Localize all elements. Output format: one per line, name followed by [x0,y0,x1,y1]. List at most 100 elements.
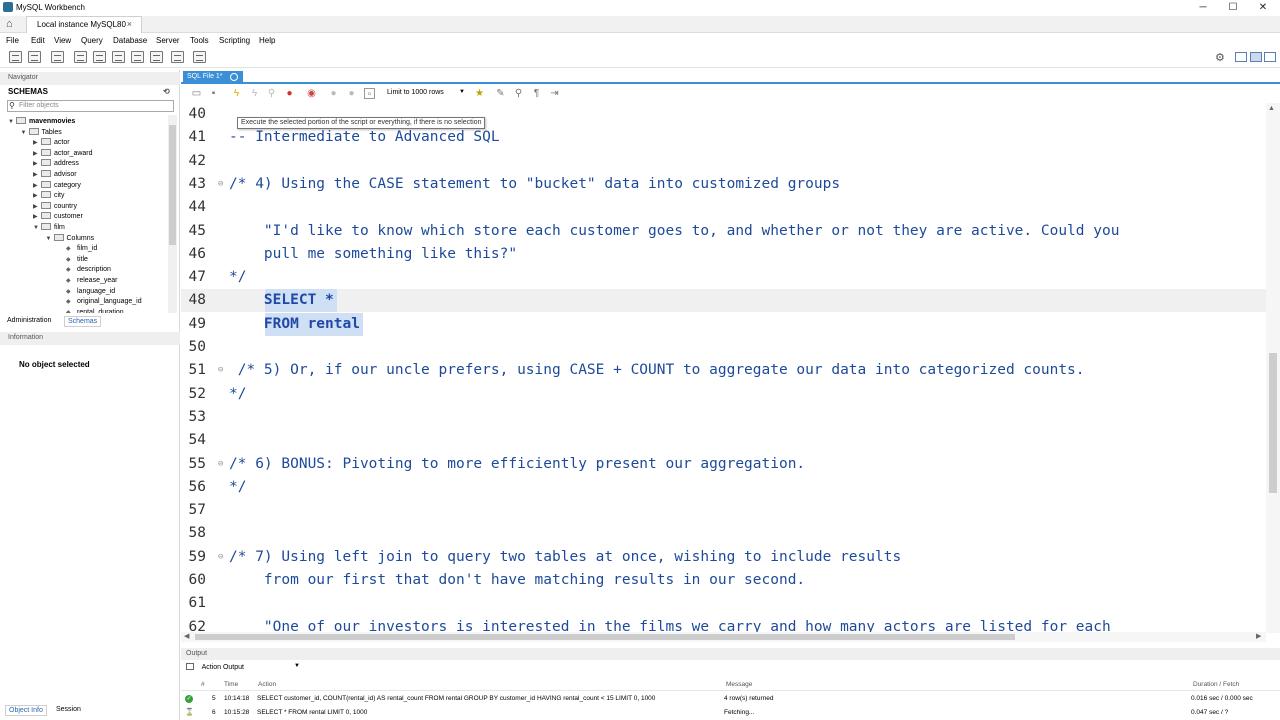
editor-horizontal-scrollbar[interactable]: ◀ ▶ [181,632,1266,642]
code-line[interactable]: 52 */ [181,383,1266,406]
scroll-left-icon[interactable]: ◀ [184,632,189,640]
filter-objects-input[interactable]: ⚲ Filter objects [7,100,174,112]
invisible-chars-icon[interactable]: ¶ [531,88,542,99]
menu-view[interactable]: View [54,36,71,45]
tree-item[interactable]: ◆ title [58,255,88,265]
tree-item[interactable]: ◆ film_id [58,244,97,254]
autocommit-icon[interactable]: ▫ [364,88,375,100]
fold-icon[interactable]: ⊖ [218,453,223,476]
search-icon[interactable]: ⚲ [513,88,524,99]
code-line[interactable]: 49 FROM rental [181,312,1266,336]
fold-icon[interactable]: ⊖ [218,359,223,382]
close-tab-icon[interactable] [230,73,238,81]
code-line[interactable]: 53 [181,406,1266,429]
code-line[interactable]: 57 [181,499,1266,522]
scrollbar-thumb[interactable] [169,125,176,245]
tree-item[interactable]: ▼ Columns [46,233,94,244]
table-row[interactable]: ⌛ 6 10:15:28 SELECT * FROM rental LIMIT 0, … [181,706,1280,717]
tab-session[interactable]: Session [53,705,84,714]
close-tab-icon[interactable]: × [127,19,132,29]
menu-server[interactable]: Server [156,36,180,45]
table-row[interactable]: ✓ 5 10:14:18 SELECT customer_id, COUNT(rent… [181,692,1280,703]
scrollbar-thumb[interactable] [1269,353,1277,493]
expand-down-icon[interactable]: ▼ [46,234,54,244]
expand-right-icon[interactable]: ▶ [33,149,41,159]
tab-administration[interactable]: Administration [4,316,54,325]
expand-right-icon[interactable]: ▶ [33,212,41,222]
expand-right-icon[interactable]: ▶ [33,138,41,148]
expand-right-icon[interactable]: ▶ [33,181,41,191]
word-wrap-icon[interactable]: ⇥ [549,88,560,99]
tree-item[interactable]: ▶ city [33,191,65,201]
connection-tab[interactable]: Local instance MySQL80 × [26,16,142,33]
code-line[interactable]: 45 "I'd like to know which store each cu… [181,220,1266,243]
code-line[interactable]: 47 */ [181,266,1266,289]
tree-item[interactable]: ▼ film [33,223,65,233]
tree-item[interactable]: ▼ Tables [21,127,62,138]
code-line[interactable]: 62 "One of our investors is interested i… [181,616,1266,633]
limit-rows-select[interactable]: Limit to 1000 rows ▼ [387,89,465,96]
inspector-icon[interactable] [51,51,64,63]
code-line[interactable]: 46 pull me something like this?" [181,243,1266,266]
toggle-secondary-sidebar-icon[interactable] [1264,52,1276,62]
menu-edit[interactable]: Edit [31,36,45,45]
code-line[interactable]: 48 SELECT * [181,289,1266,313]
editor-vertical-scrollbar[interactable]: ▲ [1266,103,1280,633]
stop-icon[interactable]: ● [284,88,295,99]
execute-current-statement-icon[interactable]: ϟ [249,88,260,99]
fold-icon[interactable]: ⊖ [218,173,223,196]
fold-icon[interactable]: ⊖ [218,546,223,569]
explain-icon[interactable]: ⚲ [266,88,277,99]
find-icon[interactable]: ✎ [495,88,506,99]
scrollbar-thumb[interactable] [195,634,1015,640]
scroll-up-icon[interactable]: ▲ [1268,105,1275,112]
tree-item[interactable]: ◆ release_year [58,276,117,286]
code-line[interactable]: 61 [181,592,1266,615]
code-line[interactable]: 58 [181,522,1266,545]
stop-on-error-icon[interactable]: ◉ [306,88,317,99]
tree-item[interactable]: ▼ mavenmovies [8,117,75,127]
sql-editor[interactable]: 40 41 -- Intermediate to Advanced SQL 42 43 ⊖… [181,103,1266,633]
code-line[interactable]: 41 -- Intermediate to Advanced SQL [181,126,1266,149]
expand-down-icon[interactable]: ▼ [8,117,16,127]
menu-scripting[interactable]: Scripting [219,36,250,45]
expand-down-icon[interactable]: ▼ [33,223,41,233]
code-line[interactable]: 59 ⊖ /* 7) Using left join to query two ta… [181,546,1266,569]
create-function-icon[interactable] [150,51,163,63]
tree-item[interactable]: ▶ actor_award [33,148,93,159]
code-line[interactable]: 54 [181,429,1266,452]
create-table-icon[interactable] [93,51,106,63]
minimize-button[interactable]: ─ [1188,1,1218,15]
create-procedure-icon[interactable] [131,51,144,63]
tree-item[interactable]: ▶ address [33,159,79,169]
menu-help[interactable]: Help [259,36,275,45]
save-icon[interactable]: ▪ [208,88,219,99]
code-line[interactable]: 56 */ [181,476,1266,499]
reconnect-icon[interactable] [193,51,206,63]
code-line[interactable]: 43 ⊖ /* 4) Using the CASE statement to "bu… [181,173,1266,196]
open-sql-script-icon[interactable] [28,51,41,63]
tree-item[interactable]: ◆ rental_duration [58,308,124,313]
tab-schemas[interactable]: Schemas [64,316,102,327]
tree-item[interactable]: ◆ original_language_id [58,297,142,307]
menu-database[interactable]: Database [113,36,147,45]
menu-file[interactable]: File [6,36,19,45]
commit-icon[interactable]: ● [328,88,339,99]
expand-down-icon[interactable]: ▼ [21,128,29,138]
execute-icon[interactable]: ϟ [231,88,242,99]
create-view-icon[interactable] [112,51,125,63]
toggle-sidebar-icon[interactable] [1235,52,1247,62]
create-schema-icon[interactable] [74,51,87,63]
expand-right-icon[interactable]: ▶ [33,191,41,201]
code-line[interactable]: 50 [181,336,1266,359]
tab-object-info[interactable]: Object Info [5,705,47,716]
new-sql-tab-icon[interactable] [9,51,22,63]
schema-tree-scrollbar[interactable] [168,115,177,313]
tree-item[interactable]: ▶ advisor [33,170,77,180]
gear-icon[interactable]: ⚙ [1215,51,1225,64]
tree-item[interactable]: ▶ actor [33,138,70,148]
code-line[interactable]: 55 ⊖ /* 6) BONUS: Pivoting to more efficie… [181,453,1266,476]
tree-item[interactable]: ▶ customer [33,212,83,222]
maximize-button[interactable]: ☐ [1218,1,1248,15]
search-table-data-icon[interactable] [171,51,184,63]
